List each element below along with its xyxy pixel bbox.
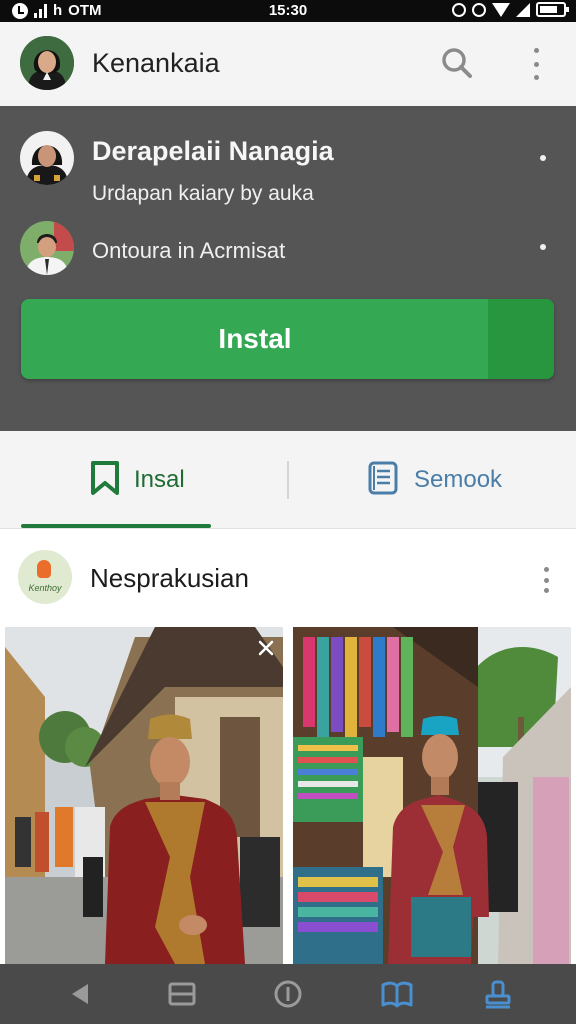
data-saver-icon (472, 2, 486, 17)
battery-icon (536, 2, 569, 17)
author-name: Derapelaii Nanagia (92, 136, 334, 166)
tab-semook[interactable]: Semook (366, 431, 502, 529)
tab-selected-indicator (21, 524, 211, 528)
post-photos (0, 627, 576, 964)
author-avatar (20, 131, 74, 185)
post-title: Nesprakusian (90, 563, 249, 593)
book-icon[interactable] (379, 976, 415, 1012)
tab-insal[interactable]: Insal (90, 431, 185, 529)
back-icon[interactable] (62, 976, 98, 1012)
post-more-icon[interactable] (537, 567, 555, 593)
page-logo[interactable]: Kenthoy (18, 550, 72, 604)
install-options-button[interactable] (488, 299, 554, 379)
tab-semook-label: Semook (414, 466, 503, 493)
app-screen: h OTM 15:30 Kenankaia Derapelaii Nanagia… (0, 0, 576, 1024)
app-bar: Kenankaia (0, 22, 576, 106)
cell-signal-icon (516, 2, 530, 17)
info-card: Derapelaii Nanagia Urdapan kaiary by auk… (0, 106, 576, 431)
close-icon[interactable] (255, 637, 277, 659)
flame-icon (37, 560, 51, 578)
tab-insal-label: Insal (134, 466, 185, 493)
post-header: Kenthoy Nesprakusian (0, 529, 576, 627)
bottom-navigation (0, 964, 576, 1024)
author-subtitle: Urdapan kaiary by auka (92, 182, 314, 205)
photo-fabric-shop[interactable] (293, 627, 571, 964)
wifi-icon (492, 2, 510, 17)
contact-name: Ontoura in Acrmisat (92, 238, 286, 263)
install-button[interactable]: Instal (21, 299, 554, 379)
sync-icon (452, 2, 466, 17)
more-vert-icon[interactable] (526, 48, 546, 80)
info-icon[interactable] (270, 976, 306, 1012)
contact-avatar (20, 221, 74, 275)
photo-street[interactable] (5, 627, 283, 964)
search-icon[interactable] (440, 46, 474, 80)
stamp-icon[interactable] (480, 976, 516, 1012)
status-bar: h OTM 15:30 (0, 0, 576, 22)
row-2-indicator-dot (540, 244, 546, 250)
bookmark-icon (90, 460, 120, 501)
install-button-label: Instal (218, 323, 292, 354)
row-1-indicator-dot (540, 155, 546, 161)
tab-divider (287, 461, 289, 499)
menu-icon[interactable] (164, 976, 200, 1012)
document-icon (366, 460, 400, 501)
app-title: Kenankaia (92, 48, 220, 78)
status-right (452, 2, 569, 17)
page-logo-text: Kenthoy (28, 583, 62, 593)
tab-bar: Insal Semook (0, 431, 576, 529)
profile-avatar[interactable] (20, 36, 74, 90)
